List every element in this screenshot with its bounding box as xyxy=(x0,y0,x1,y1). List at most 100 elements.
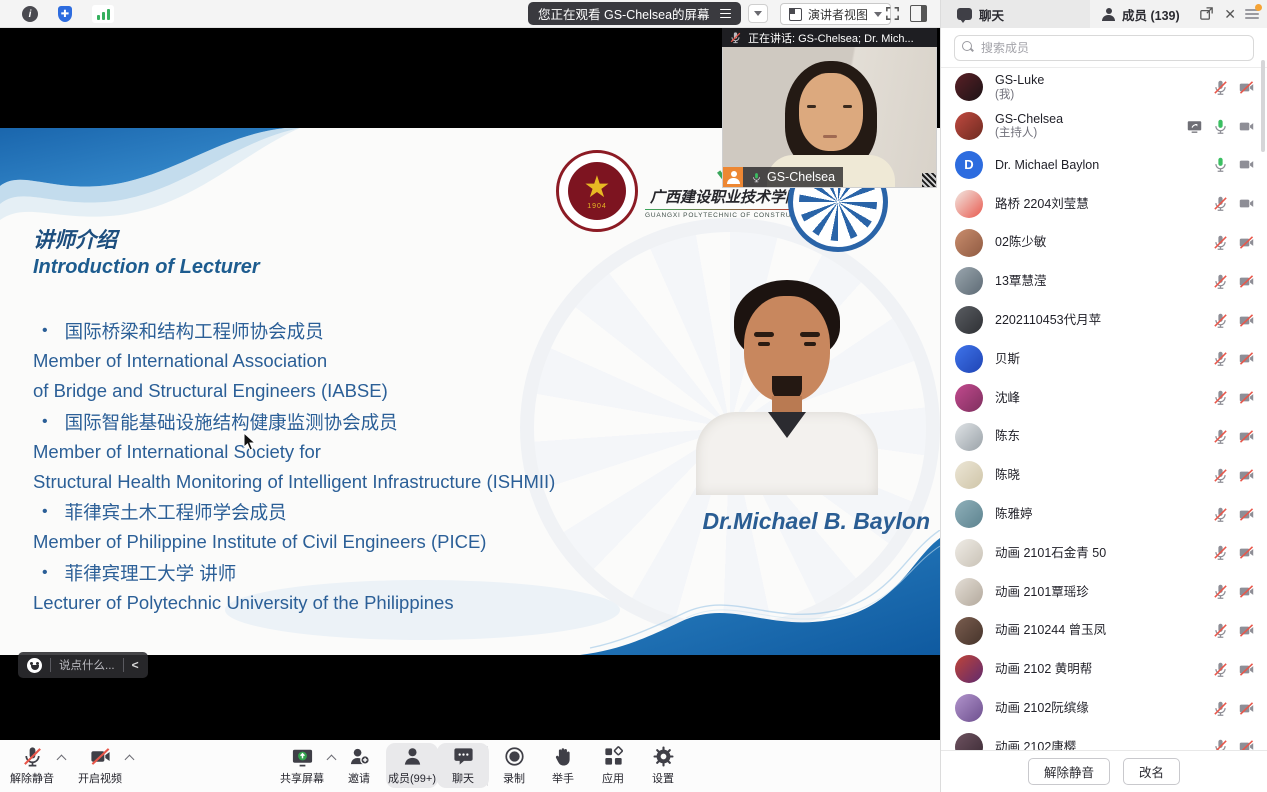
options-menu-icon[interactable] xyxy=(720,9,731,19)
security-shield-icon[interactable]: ✚ xyxy=(58,6,72,22)
meeting-toolbar: 离开会议 解除静音开启视频共享屏幕邀请成员(99+)聊天录制举手应用设置 xyxy=(0,740,940,792)
member-row[interactable]: 贝斯 xyxy=(941,340,1267,379)
member-row[interactable]: 陈雅婷 xyxy=(941,495,1267,534)
member-name: GS-Chelsea xyxy=(995,111,1063,127)
tab-chat[interactable]: 聊天 xyxy=(940,0,1090,28)
guangxi-logo-english: GUANGXI POLYTECHNIC OF CONSTRUCTION xyxy=(645,209,805,219)
member-row[interactable]: GS-Luke(我) xyxy=(941,68,1267,107)
camera-off-icon xyxy=(1238,79,1255,96)
camera-off-icon xyxy=(1238,234,1255,251)
slide-text-line: Member of International Association xyxy=(33,346,673,376)
member-row[interactable]: 路桥 2204刘莹慧 xyxy=(941,184,1267,223)
speaker-view-label: 演讲者视图 xyxy=(808,6,868,23)
scrollbar[interactable] xyxy=(1261,60,1265,152)
bullet-dot: • xyxy=(42,503,48,521)
chat-input-placeholder[interactable]: 说点什么... xyxy=(59,657,115,673)
mic-muted-icon xyxy=(1212,622,1229,639)
mic-muted-icon xyxy=(1212,312,1229,329)
members-tab-label: 成员 (139) xyxy=(1122,5,1180,24)
watching-dropdown-button[interactable] xyxy=(748,4,768,23)
search-icon xyxy=(962,41,975,54)
close-panel-icon[interactable]: ✕ xyxy=(1224,7,1236,21)
member-row[interactable]: 动画 2102唐樱 xyxy=(941,728,1267,750)
toolbar-button-cam-muted[interactable]: 开启视频 xyxy=(62,745,138,786)
avatar xyxy=(955,617,983,645)
avatar xyxy=(955,73,983,101)
member-name: 沈峰 xyxy=(995,390,1020,406)
member-row[interactable]: GS-Chelsea(主持人) xyxy=(941,107,1267,146)
popout-panel-icon[interactable] xyxy=(1198,5,1215,22)
member-row[interactable]: 陈东 xyxy=(941,417,1267,456)
video-participant-name: GS-Chelsea xyxy=(767,170,835,184)
member-row[interactable]: 02陈少敏 xyxy=(941,223,1267,262)
drag-handle[interactable] xyxy=(922,173,936,187)
watching-screen-pill[interactable]: 您正在观看 GS-Chelsea的屏幕 xyxy=(528,2,741,25)
caret-down-icon xyxy=(754,11,762,16)
lecturer-name: Dr.Michael B. Baylon xyxy=(600,508,930,535)
member-row[interactable]: 动画 2102阮缤缘 xyxy=(941,689,1267,728)
chat-icon xyxy=(452,745,475,768)
member-role: (主持人) xyxy=(995,127,1063,141)
camera-off-icon xyxy=(1238,661,1255,678)
mic-on-icon xyxy=(1212,156,1229,173)
slide-title-zh: 讲师介绍 xyxy=(33,224,117,254)
member-row[interactable]: 动画 2101覃瑶珍 xyxy=(941,572,1267,611)
notifications-icon[interactable] xyxy=(1245,7,1259,21)
member-name: 动画 2101石金青 50 xyxy=(995,545,1106,561)
unmute-button[interactable]: 解除静音 xyxy=(1028,758,1110,785)
side-panel-toggle-icon[interactable] xyxy=(910,5,927,22)
member-row[interactable]: 陈晓 xyxy=(941,456,1267,495)
connection-signal-icon[interactable] xyxy=(92,5,114,23)
layout-icon xyxy=(789,8,802,21)
mic-muted-icon xyxy=(1212,428,1229,445)
member-row[interactable]: 13覃慧滢 xyxy=(941,262,1267,301)
member-row[interactable]: 2202110453代月苹 xyxy=(941,301,1267,340)
person-icon xyxy=(1102,8,1115,21)
fullscreen-icon[interactable] xyxy=(884,5,901,22)
avatar xyxy=(955,461,983,489)
member-name: 动画 2102 黄明帮 xyxy=(995,661,1092,677)
speaker-view-button[interactable]: 演讲者视图 xyxy=(780,3,891,25)
mic-muted-icon xyxy=(1212,389,1229,406)
collapse-chevron-icon[interactable]: < xyxy=(132,658,139,672)
member-row[interactable]: DDr. Michael Baylon xyxy=(941,146,1267,185)
member-row[interactable]: 动画 2101石金青 50 xyxy=(941,534,1267,573)
mic-muted-icon xyxy=(1212,700,1229,717)
slide-bullet-line: •国际智能基础设施结构健康监测协会成员 xyxy=(33,407,673,437)
chat-bubble-icon xyxy=(957,8,972,20)
mic-muted-icon xyxy=(21,745,44,768)
camera-off-icon xyxy=(1238,273,1255,290)
camera-off-icon xyxy=(1238,544,1255,561)
meeting-status-icons: i ✚ xyxy=(22,0,114,28)
emoji-icon[interactable] xyxy=(27,658,42,673)
toolbar-button-settings[interactable]: 设置 xyxy=(625,745,701,786)
member-row[interactable]: 动画 2102 黄明帮 xyxy=(941,650,1267,689)
mic-muted-icon xyxy=(1212,234,1229,251)
member-name: 陈雅婷 xyxy=(995,506,1033,522)
speaking-label: 正在讲话: GS-Chelsea; Dr. Mich... xyxy=(748,30,914,46)
members-icon xyxy=(401,745,424,768)
chat-quick-input[interactable]: 说点什么... < xyxy=(18,652,148,678)
guangxi-logo-chinese: 广西建设职业技术学院 xyxy=(645,186,805,207)
rename-button[interactable]: 改名 xyxy=(1123,758,1180,785)
avatar xyxy=(955,694,983,722)
search-members-input[interactable] xyxy=(954,35,1254,61)
slide-text-line: of Bridge and Structural Engineers (IABS… xyxy=(33,376,673,406)
toolbar-button-mic-muted[interactable]: 解除静音 xyxy=(0,745,70,786)
speaker-video-thumbnail[interactable]: 正在讲话: GS-Chelsea; Dr. Mich... GS-Chelsea xyxy=(722,28,937,188)
member-row[interactable]: 动画 210244 曾玉凤 xyxy=(941,611,1267,650)
avatar xyxy=(955,500,983,528)
mic-muted-icon xyxy=(1212,273,1229,290)
camera-off-icon xyxy=(1238,622,1255,639)
info-icon[interactable]: i xyxy=(22,6,38,22)
watching-screen-label: 您正在观看 GS-Chelsea的屏幕 xyxy=(538,4,710,23)
member-name: 陈晓 xyxy=(995,467,1020,483)
settings-icon xyxy=(652,745,675,768)
members-panel-footer: 解除静音 改名 xyxy=(941,750,1267,792)
member-name: 贝斯 xyxy=(995,351,1020,367)
slide-bullet-line: •菲律宾土木工程师学会成员 xyxy=(33,497,673,527)
camera-off-icon xyxy=(1238,506,1255,523)
member-row[interactable]: 沈峰 xyxy=(941,378,1267,417)
record-icon xyxy=(503,745,526,768)
avatar xyxy=(955,112,983,140)
